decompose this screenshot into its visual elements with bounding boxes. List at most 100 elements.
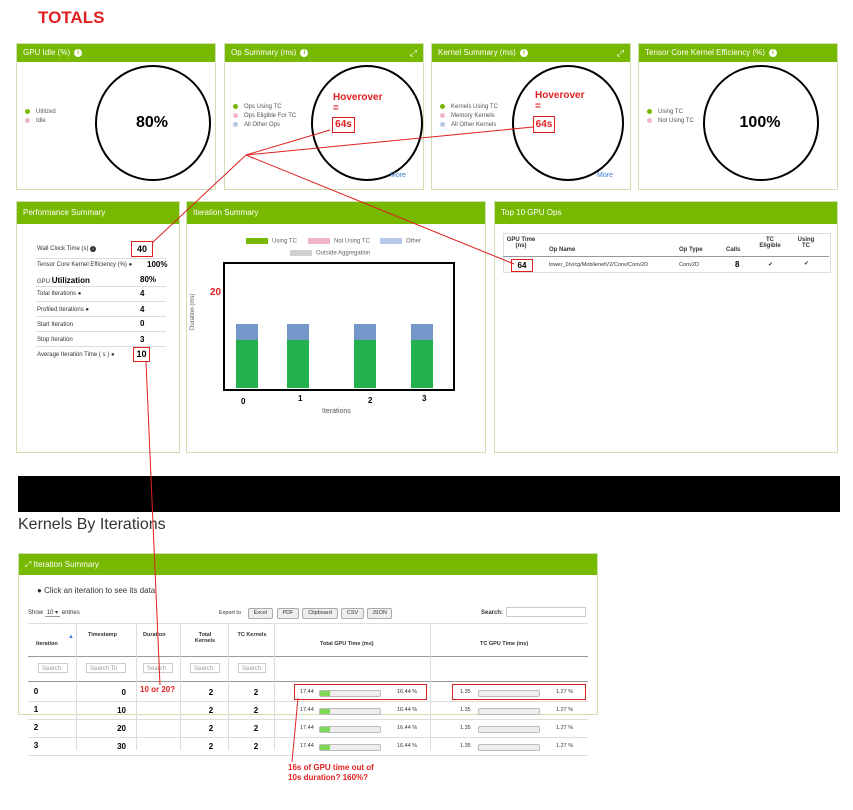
info-icon[interactable]: i <box>768 48 777 57</box>
row-divider <box>28 701 588 702</box>
bar-other-3[interactable] <box>411 324 433 340</box>
th-total-kernels[interactable]: Total Kernels <box>190 632 220 644</box>
th-using-tc[interactable]: Using TC <box>795 237 817 249</box>
expand-icon[interactable]: ⤢ <box>410 44 417 62</box>
export-pdf-button[interactable]: PDF <box>277 608 299 619</box>
profiled-iter-value: 4 <box>140 305 145 314</box>
iteration-bar-chart <box>223 262 455 391</box>
tc-time-progress-bar <box>478 708 540 715</box>
th-duration[interactable]: Duration <box>143 632 166 638</box>
th-iteration[interactable]: Iteration <box>36 641 58 647</box>
bar-using-tc-3[interactable] <box>411 340 433 388</box>
th-tc-eligible[interactable]: TC Eligible <box>758 237 782 249</box>
th-total-gpu-time[interactable]: Total GPU Time (ms) <box>320 641 374 647</box>
legend-label: Using TC <box>272 238 297 245</box>
check-icon: ✔ <box>804 261 810 267</box>
th-tc-gpu-time[interactable]: TC GPU Time (ms) <box>480 641 528 647</box>
legend-item-idle[interactable]: Idle <box>25 117 56 126</box>
row-divider <box>28 719 588 720</box>
bar-other-0[interactable] <box>236 324 258 340</box>
th-op-name[interactable]: Op Name <box>549 247 575 253</box>
chart-legend-using-tc[interactable]: Using TC <box>246 238 297 245</box>
perf-label: Tensor Core Kernel Efficiency (%) <box>37 262 127 268</box>
info-icon[interactable]: i <box>90 246 97 252</box>
search-total-kernels-input[interactable]: Search <box>190 663 220 673</box>
top10-gpu-time-cell: 64 <box>511 259 533 272</box>
th-timestamp[interactable]: Timestamp <box>88 632 117 638</box>
x-tick-label: 1 <box>298 394 303 403</box>
row-divider <box>28 755 588 756</box>
th-gpu-time[interactable]: GPU Time (ns) <box>505 237 537 249</box>
iteration-cell[interactable]: 0 <box>30 687 42 696</box>
bar-other-2[interactable] <box>354 324 376 340</box>
legend-item[interactable]: All Other Ops <box>233 121 296 130</box>
legend-label: Not Using TC <box>658 118 694 124</box>
kernel-summary-title: Kernel Summary (ms) <box>438 48 516 57</box>
search-iteration-input[interactable]: Search <box>38 663 68 673</box>
export-csv-button[interactable]: CSV <box>341 608 364 619</box>
info-icon[interactable]: ● <box>111 352 115 358</box>
legend-item[interactable]: Not Using TC <box>647 117 694 126</box>
kernel-summary-circle <box>512 65 624 181</box>
bar-using-tc-1[interactable] <box>287 340 309 388</box>
tc-pct-cell: 1.27 % <box>556 743 574 749</box>
gpu-pct-cell: 16.44 % <box>397 743 418 749</box>
legend-label: Not Using TC <box>334 238 370 245</box>
search-timestamp-input[interactable]: Search Tir <box>86 663 126 673</box>
legend-item-utilized[interactable]: Utilized <box>25 108 56 117</box>
chart-legend-outside-aggregation[interactable]: Outside Aggregation <box>290 250 370 257</box>
legend-item[interactable]: Ops Using TC <box>233 103 296 112</box>
info-icon[interactable]: i <box>74 48 83 57</box>
expand-icon[interactable]: ⤢ <box>25 560 34 569</box>
timestamp-cell: 20 <box>117 724 126 733</box>
tc-time-progress-bar <box>478 726 540 733</box>
hover-eq: = <box>333 103 339 114</box>
tc-efficiency-panel: Tensor Core Kernel Efficiency (%) i Using… <box>638 43 838 190</box>
expand-icon[interactable]: ⤢ <box>617 44 624 62</box>
divider <box>503 256 829 257</box>
search-duration-input[interactable]: Search <box>143 663 173 673</box>
perf-label: Average Iteration Time ( s ) <box>37 352 110 358</box>
bar-other-1[interactable] <box>287 324 309 340</box>
tc-pct-cell: 1.27 % <box>556 725 574 731</box>
perf-summary-title: Performance Summary <box>17 202 179 224</box>
export-clipboard-button[interactable]: Clipboard <box>302 608 338 619</box>
entries-select[interactable]: 10 ▾ <box>44 610 61 617</box>
info-icon[interactable]: i <box>519 48 528 57</box>
perf-row-start-iter: Start Iteration <box>37 322 73 328</box>
bar-using-tc-0[interactable] <box>236 340 258 388</box>
top10-op-name-cell[interactable]: tower_0/v/cg/MobilenetV2/Conv/Conv2D <box>549 262 648 268</box>
info-icon[interactable]: ● <box>85 307 89 313</box>
legend-item[interactable]: All Other Kernels <box>440 121 498 130</box>
th-calls[interactable]: Calls <box>726 247 740 253</box>
iteration-cell[interactable]: 1 <box>30 705 42 714</box>
divider <box>430 623 431 750</box>
info-icon[interactable]: ● <box>78 291 82 297</box>
chart-legend-other[interactable]: Other <box>380 238 421 245</box>
export-json-button[interactable]: JSON <box>367 608 392 619</box>
hint-text: Click an iteration to see its data <box>44 586 156 595</box>
legend-label: Utilized <box>36 109 56 115</box>
legend-item[interactable]: Using TC <box>647 108 694 117</box>
op-summary-title: Op Summary (ms) <box>231 48 297 57</box>
more-link[interactable]: More <box>597 172 613 179</box>
iteration-cell[interactable]: 2 <box>30 723 42 732</box>
entries-label: entries <box>61 610 80 616</box>
search-tc-kernels-input[interactable]: Search <box>238 663 266 673</box>
th-tc-kernels[interactable]: TC Kernels <box>237 632 267 638</box>
perf-row-profiled-iter: Profiled Iterations ● <box>37 307 89 313</box>
legend-item[interactable]: Memory Kernels <box>440 112 498 121</box>
more-link[interactable]: More <box>390 172 406 179</box>
chart-legend-not-using-tc[interactable]: Not Using TC <box>308 238 370 245</box>
progress-fill <box>320 709 330 714</box>
info-icon[interactable]: i <box>300 48 309 57</box>
info-icon[interactable]: ● <box>129 262 133 268</box>
search-input[interactable] <box>506 607 586 617</box>
iteration-cell[interactable]: 3 <box>30 741 42 750</box>
legend-item[interactable]: Ops Eligible For TC <box>233 112 296 121</box>
legend-item[interactable]: Kernels Using TC <box>440 103 498 112</box>
bar-using-tc-2[interactable] <box>354 340 376 388</box>
export-excel-button[interactable]: Excel <box>248 608 273 619</box>
gpu-idle-panel: GPU Idle (%) i Utilized Idle 80% <box>16 43 216 190</box>
th-op-type[interactable]: Op Type <box>679 247 703 253</box>
